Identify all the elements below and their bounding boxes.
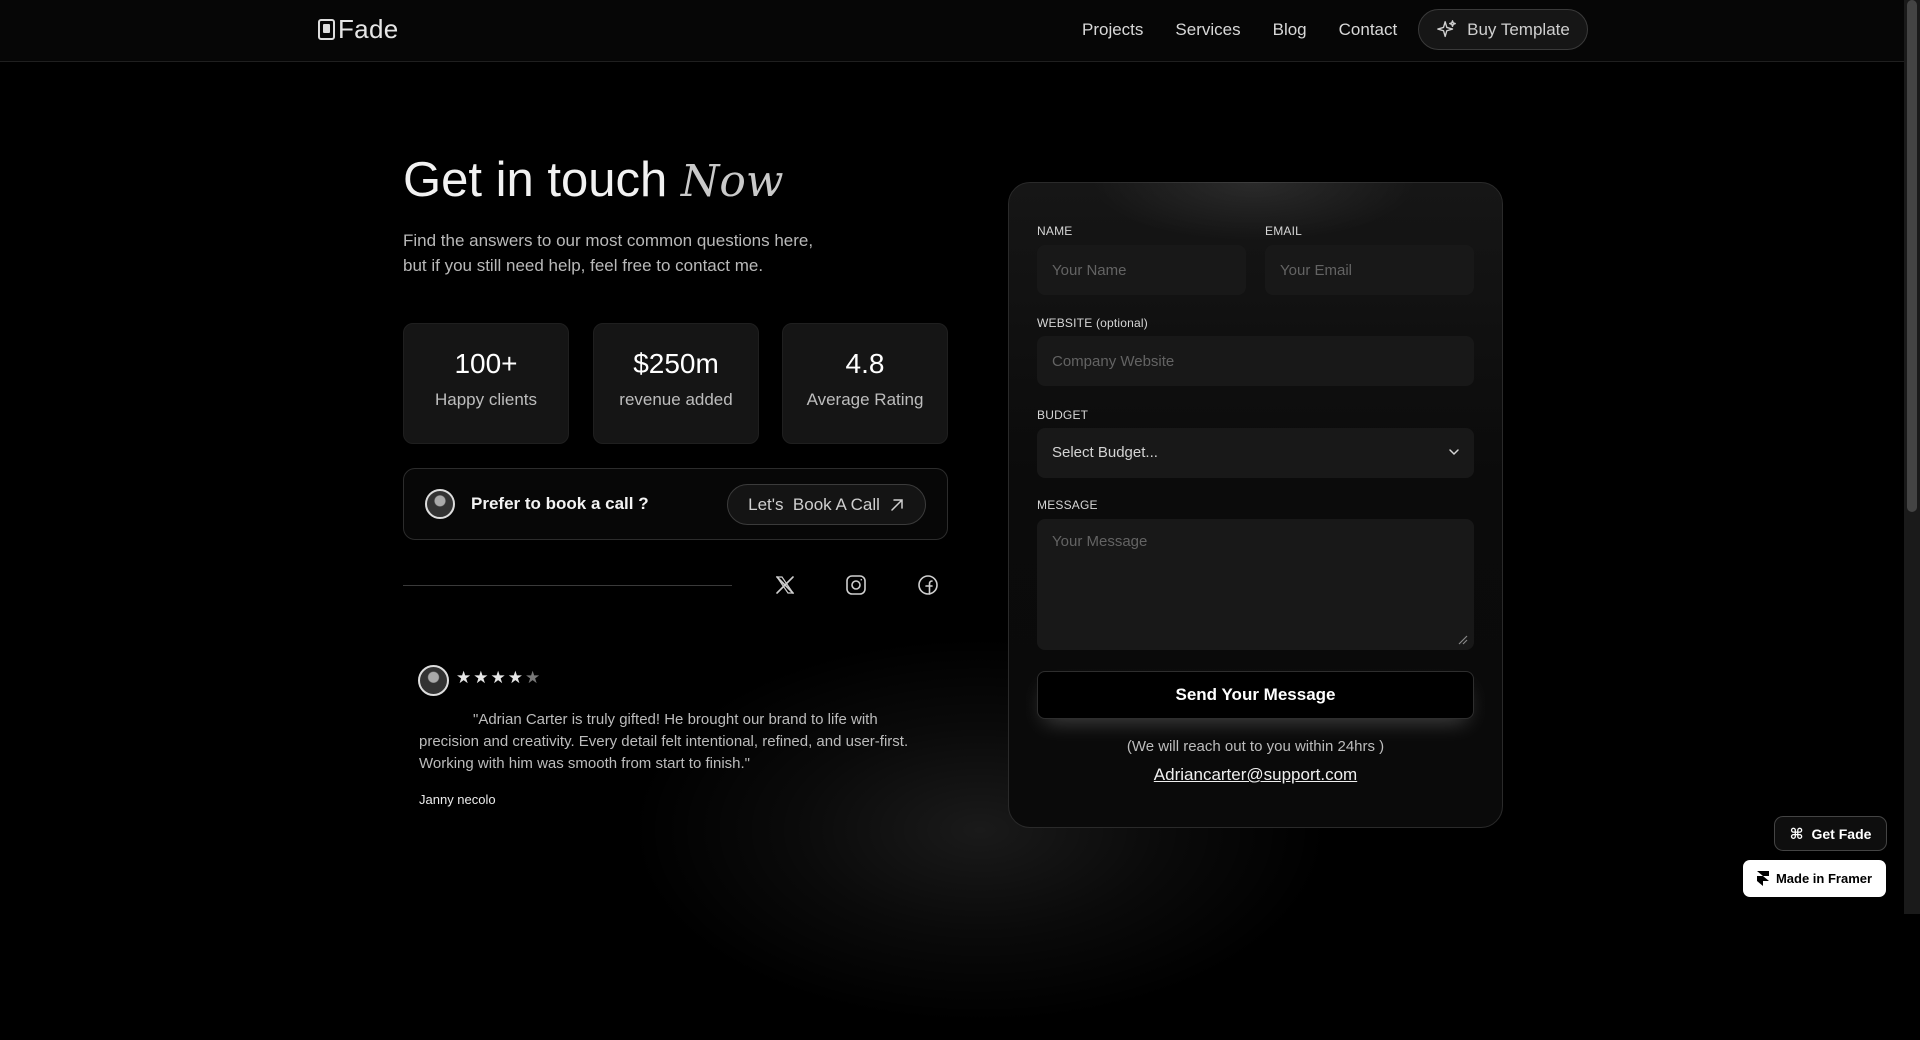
book-call-text: Prefer to book a call ?: [471, 494, 649, 513]
subtitle-line-1: Find the answers to our most common ques…: [403, 231, 814, 250]
stat-card-rating: 4.8 Average Rating: [782, 323, 948, 444]
chevron-down-icon: [1449, 449, 1459, 456]
get-fade-button[interactable]: ⌘ Get Fade: [1774, 816, 1887, 851]
book-call-button[interactable]: Let's Book A Call: [727, 484, 926, 525]
stat-value: 100+: [454, 348, 518, 379]
message-label: MESSAGE: [1037, 498, 1098, 512]
budget-select[interactable]: Select Budget...: [1037, 428, 1474, 478]
email-input[interactable]: [1265, 245, 1474, 295]
scrollbar-thumb[interactable]: [1907, 0, 1917, 512]
website-label: WEBSITE (optional): [1037, 316, 1148, 330]
support-email-link[interactable]: Adriancarter@support.com: [1008, 765, 1503, 785]
star-icon: ★: [490, 668, 506, 687]
nav-link-services[interactable]: Services: [1175, 20, 1240, 40]
stat-card-clients: 100+ Happy clients: [403, 323, 569, 444]
resize-handle-icon[interactable]: [1458, 635, 1468, 645]
page-title: Get in touch Now: [403, 152, 784, 208]
stat-label: Happy clients: [434, 390, 538, 409]
top-navbar: Fade Projects Services Blog Contact Buy …: [0, 0, 1904, 62]
instagram-icon[interactable]: [844, 573, 868, 597]
logo-icon: [318, 19, 335, 40]
logo[interactable]: Fade: [318, 14, 398, 45]
stat-card-revenue: $250m revenue added: [593, 323, 759, 444]
buy-template-button[interactable]: Buy Template: [1418, 9, 1588, 50]
made-in-framer-badge[interactable]: Made in Framer: [1743, 860, 1886, 897]
command-icon: ⌘: [1789, 825, 1804, 843]
subtitle-line-2: but if you still need help, feel free to…: [403, 256, 764, 275]
name-input[interactable]: [1037, 245, 1246, 295]
message-textarea[interactable]: [1037, 519, 1474, 650]
stat-label: revenue added: [619, 390, 733, 409]
nav-link-projects[interactable]: Projects: [1082, 20, 1143, 40]
review-text: "Adrian Carter is truly gifted! He broug…: [419, 711, 909, 772]
divider: [403, 585, 732, 586]
budget-label: BUDGET: [1037, 408, 1089, 422]
page-scrollbar[interactable]: [1904, 0, 1920, 914]
x-icon[interactable]: [773, 573, 797, 597]
framer-icon: [1756, 871, 1769, 886]
website-input[interactable]: [1037, 336, 1474, 386]
avatar: [425, 489, 455, 519]
send-message-button[interactable]: Send Your Message: [1037, 671, 1474, 719]
star-icon: ★: [473, 668, 489, 687]
book-call-label: Let's Book A Call: [748, 494, 880, 514]
email-label: EMAIL: [1265, 224, 1303, 238]
book-call-card: Prefer to book a call ? Let's Book A Cal…: [403, 468, 948, 540]
star-icon: ★: [507, 668, 523, 687]
arrow-up-right-icon: [891, 498, 903, 511]
framer-label: Made in Framer: [1775, 871, 1873, 886]
stat-label: Average Rating: [806, 390, 924, 409]
star-icon: ★: [525, 668, 541, 687]
star-rating: ★ ★ ★ ★ ★: [456, 668, 540, 688]
title-accent: Now: [680, 156, 784, 207]
logo-text: Fade: [338, 14, 399, 44]
page-subtitle: Find the answers to our most common ques…: [403, 228, 813, 278]
response-time-note: (We will reach out to you within 24hrs ): [1126, 738, 1385, 755]
buy-template-label: Buy Template: [1467, 19, 1570, 39]
budget-select-value: Select Budget...: [1052, 444, 1158, 461]
review-author: Janny necolo: [419, 792, 496, 807]
reviewer-avatar: [418, 665, 449, 696]
nav-link-blog[interactable]: Blog: [1273, 20, 1307, 40]
nav-link-contact[interactable]: Contact: [1339, 20, 1398, 40]
get-fade-label: Get Fade: [1811, 825, 1872, 842]
title-main: Get in touch: [403, 153, 668, 207]
name-label: NAME: [1037, 224, 1073, 238]
sparkle-icon: [1437, 19, 1457, 37]
stat-value: $250m: [633, 348, 719, 379]
main-nav: Projects Services Blog Contact: [1082, 0, 1429, 60]
stat-value: 4.8: [845, 348, 885, 379]
star-icon: ★: [456, 668, 472, 687]
facebook-icon[interactable]: [916, 573, 940, 597]
